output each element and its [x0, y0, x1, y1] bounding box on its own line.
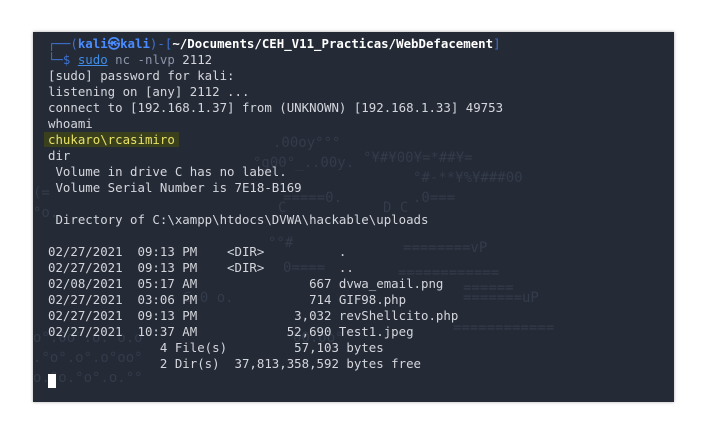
prompt-path: ~/Documents/CEH_V11_Practicas/WebDefacem… — [172, 36, 494, 51]
whoami-result-highlight: chukaro\rcasimiro — [44, 132, 179, 147]
files-summary-line: 4 File(s) 57,103 bytes — [48, 340, 384, 355]
cursor-line[interactable] — [48, 372, 674, 388]
prompt-line-2: └─$ sudo nc -nlvp 2112 — [48, 52, 674, 68]
dir-entry: 02/27/2021 10:37 AM 52,690 Test1.jpeg — [48, 324, 414, 339]
sudo-password-line: [sudo] password for kali: — [48, 68, 235, 83]
prompt-frame-close: ] — [493, 36, 501, 51]
prompt-host: kali — [120, 36, 150, 51]
prompt-at-symbol: ㉿ — [107, 36, 121, 51]
prompt-user: kali — [77, 36, 108, 51]
whoami-command-line: whoami — [48, 116, 93, 131]
prompt-frame-mid: )-[ — [149, 36, 173, 51]
prompt-line-1: ┌──(kali㉿kali)-[~/Documents/CEH_V11_Prac… — [48, 36, 674, 52]
dir-entry: 02/27/2021 09:13 PM <DIR> . — [48, 244, 347, 259]
terminal-cursor — [48, 373, 56, 388]
volume-label-line: Volume in drive C has no label. — [48, 164, 287, 179]
dir-entry: 02/27/2021 03:06 PM 714 GIF98.php — [48, 292, 407, 307]
terminal-output: ┌──(kali㉿kali)-[~/Documents/CEH_V11_Prac… — [44, 36, 674, 388]
whoami-result-line: chukaro\rcasimiro — [44, 132, 674, 148]
listening-line: listening on [any] 2112 ... — [48, 84, 250, 99]
connect-line: connect to [192.168.1.37] from (UNKNOWN)… — [48, 100, 504, 115]
dirs-summary-line: 2 Dir(s) 37,813,358,592 bytes free — [48, 356, 421, 371]
dir-entry: 02/08/2021 05:17 AM 667 dvwa_email.png — [48, 276, 444, 291]
command-sudo: sudo — [77, 52, 108, 67]
directory-of-line: Directory of C:\xampp\htdocs\DVWA\hackab… — [48, 212, 429, 227]
prompt-dollar: └─$ — [48, 52, 78, 67]
command-nc: nc — [107, 52, 138, 67]
dir-entry: 02/27/2021 09:13 PM <DIR> .. — [48, 260, 354, 275]
dir-entry: 02/27/2021 09:13 PM 3,032 revShellcito.p… — [48, 308, 459, 323]
prompt-frame-open: ┌──( — [48, 36, 78, 51]
command-flags: -nlvp — [137, 52, 175, 67]
command-port: 2112 — [174, 52, 213, 67]
dir-command-line: dir — [48, 148, 71, 163]
volume-serial-line: Volume Serial Number is 7E18-B169 — [48, 180, 302, 195]
terminal-window[interactable]: .00oy°°° °g00°_..00y. °¥#¥00¥=*##¥= °#-*… — [33, 32, 674, 402]
